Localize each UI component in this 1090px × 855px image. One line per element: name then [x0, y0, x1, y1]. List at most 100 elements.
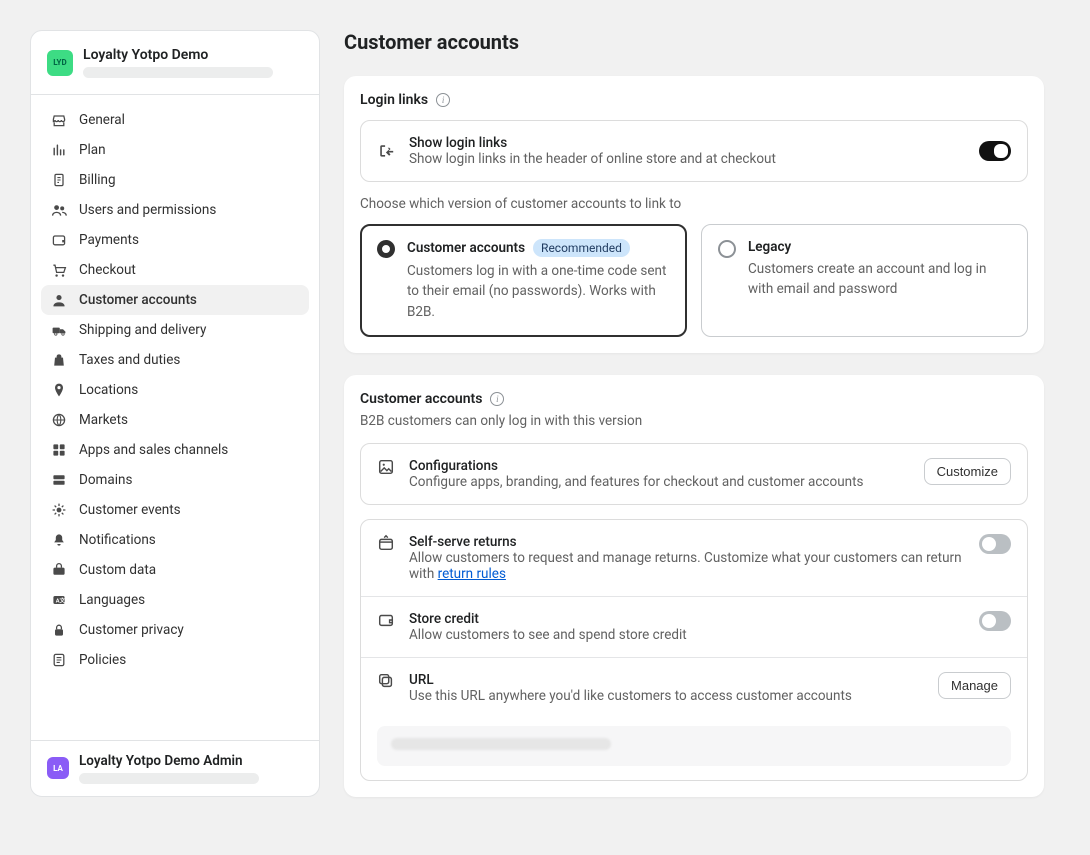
domains-icon — [51, 472, 67, 488]
store-credit-desc: Allow customers to see and spend store c… — [409, 627, 965, 643]
sidebar-item-label: Checkout — [79, 262, 136, 278]
wallet-icon — [51, 232, 67, 248]
sidebar-item-label: Policies — [79, 652, 126, 668]
policies-icon — [51, 652, 67, 668]
admin-title: Loyalty Yotpo Demo Admin — [79, 753, 259, 769]
card-title-customer-accounts: Customer accounts — [360, 391, 482, 407]
option-desc: Customers log in with a one-time code se… — [407, 261, 670, 322]
sidebar-item-label: General — [79, 112, 125, 128]
sidebar-item-label: Custom data — [79, 562, 156, 578]
sidebar-item-label: Taxes and duties — [79, 352, 180, 368]
login-icon — [377, 142, 395, 160]
show-login-links-row: Show login links Show login links in the… — [360, 120, 1028, 182]
sidebar-header: LYD Loyalty Yotpo Demo — [31, 31, 319, 95]
sidebar-item-label: Markets — [79, 412, 128, 428]
show-login-links-desc: Show login links in the header of online… — [409, 151, 965, 167]
app-logo: LYD — [47, 50, 73, 76]
customize-button[interactable]: Customize — [924, 458, 1011, 485]
sidebar-item-languages[interactable]: A文Languages — [41, 585, 309, 615]
radio-icon — [377, 240, 395, 258]
recommended-badge: Recommended — [533, 239, 630, 257]
sidebar-item-domains[interactable]: Domains — [41, 465, 309, 495]
sidebar-item-taxes-and-duties[interactable]: Taxes and duties — [41, 345, 309, 375]
account-version-option-legacy[interactable]: Legacy Customers create an account and lo… — [701, 224, 1028, 337]
store-credit-label: Store credit — [409, 611, 965, 627]
login-links-card: Login links i Show login links Show logi… — [344, 76, 1044, 353]
sidebar-item-policies[interactable]: Policies — [41, 645, 309, 675]
radio-icon — [718, 240, 736, 258]
sidebar-item-custom-data[interactable]: Custom data — [41, 555, 309, 585]
image-icon — [377, 458, 395, 476]
sidebar-item-markets[interactable]: Markets — [41, 405, 309, 435]
app-title: Loyalty Yotpo Demo — [83, 47, 273, 63]
option-desc: Customers create an account and log in w… — [748, 259, 1011, 300]
sidebar-item-checkout[interactable]: Checkout — [41, 255, 309, 285]
sidebar-item-general[interactable]: General — [41, 105, 309, 135]
card-subtitle: B2B customers can only log in with this … — [360, 413, 1028, 429]
sidebar-item-shipping-and-delivery[interactable]: Shipping and delivery — [41, 315, 309, 345]
option-title: Legacy — [748, 239, 791, 255]
sidebar-item-label: Users and permissions — [79, 202, 216, 218]
feature-group: Self-serve returns Allow customers to re… — [360, 519, 1028, 781]
self-serve-returns-row: Self-serve returns Allow customers to re… — [361, 520, 1027, 596]
settings-sidebar: LYD Loyalty Yotpo Demo General Plan Billin… — [30, 30, 320, 797]
sidebar-item-customer-privacy[interactable]: Customer privacy — [41, 615, 309, 645]
sidebar-item-users-and-permissions[interactable]: Users and permissions — [41, 195, 309, 225]
card-title-login-links: Login links — [360, 92, 428, 108]
option-title: Customer accounts — [407, 240, 525, 256]
url-placeholder — [391, 738, 611, 750]
info-icon[interactable]: i — [436, 93, 450, 107]
configurations-label: Configurations — [409, 458, 910, 474]
sidebar-item-label: Shipping and delivery — [79, 322, 206, 338]
grid-icon — [51, 442, 67, 458]
url-value-box[interactable] — [377, 726, 1011, 766]
sidebar-item-apps-and-sales-channels[interactable]: Apps and sales channels — [41, 435, 309, 465]
version-hint: Choose which version of customer account… — [360, 196, 1028, 212]
sidebar-item-customer-accounts[interactable]: Customer accounts — [41, 285, 309, 315]
sidebar-item-notifications[interactable]: Notifications — [41, 525, 309, 555]
chart-icon — [51, 142, 67, 158]
show-login-links-label: Show login links — [409, 135, 965, 151]
sidebar-item-label: Payments — [79, 232, 139, 248]
sidebar-nav: General Plan Billing Users and permissions P… — [31, 95, 319, 740]
store-credit-row: Store credit Allow customers to see and … — [361, 596, 1027, 657]
info-icon[interactable]: i — [490, 392, 504, 406]
manage-url-button[interactable]: Manage — [938, 672, 1011, 699]
sidebar-item-label: Apps and sales channels — [79, 442, 228, 458]
bag-icon — [51, 352, 67, 368]
sidebar-item-locations[interactable]: Locations — [41, 375, 309, 405]
return-box-icon — [377, 534, 395, 552]
page-title: Customer accounts — [344, 30, 1044, 54]
account-version-option-customer-accounts[interactable]: Customer accounts Recommended Customers lo… — [360, 224, 687, 337]
self-serve-returns-toggle[interactable] — [979, 534, 1011, 554]
cart-icon — [51, 262, 67, 278]
self-serve-returns-desc: Allow customers to request and manage re… — [409, 550, 965, 582]
admin-subtitle-placeholder — [79, 773, 259, 784]
sidebar-item-label: Plan — [79, 142, 106, 158]
admin-logo: LA — [47, 757, 69, 779]
store-credit-toggle[interactable] — [979, 611, 1011, 631]
sidebar-item-customer-events[interactable]: Customer events — [41, 495, 309, 525]
sidebar-item-billing[interactable]: Billing — [41, 165, 309, 195]
globe-icon — [51, 412, 67, 428]
sidebar-item-plan[interactable]: Plan — [41, 135, 309, 165]
store-icon — [51, 112, 67, 128]
configurations-desc: Configure apps, branding, and features f… — [409, 474, 910, 490]
language-icon: A文 — [51, 592, 67, 608]
url-desc: Use this URL anywhere you'd like custome… — [409, 688, 924, 704]
url-label: URL — [409, 672, 924, 688]
sidebar-item-label: Locations — [79, 382, 138, 398]
sidebar-item-label: Customer events — [79, 502, 181, 518]
sidebar-item-label: Notifications — [79, 532, 156, 548]
person-icon — [51, 292, 67, 308]
show-login-links-toggle[interactable] — [979, 141, 1011, 161]
sidebar-item-label: Customer privacy — [79, 622, 184, 638]
sidebar-item-payments[interactable]: Payments — [41, 225, 309, 255]
copy-icon — [377, 672, 395, 690]
main-content: Customer accounts Login links i Show log… — [344, 30, 1044, 797]
users-icon — [51, 202, 67, 218]
url-row: URL Use this URL anywhere you'd like cus… — [361, 657, 1027, 780]
sidebar-item-label: Domains — [79, 472, 132, 488]
wallet-icon — [377, 611, 395, 629]
return-rules-link[interactable]: return rules — [438, 566, 506, 582]
